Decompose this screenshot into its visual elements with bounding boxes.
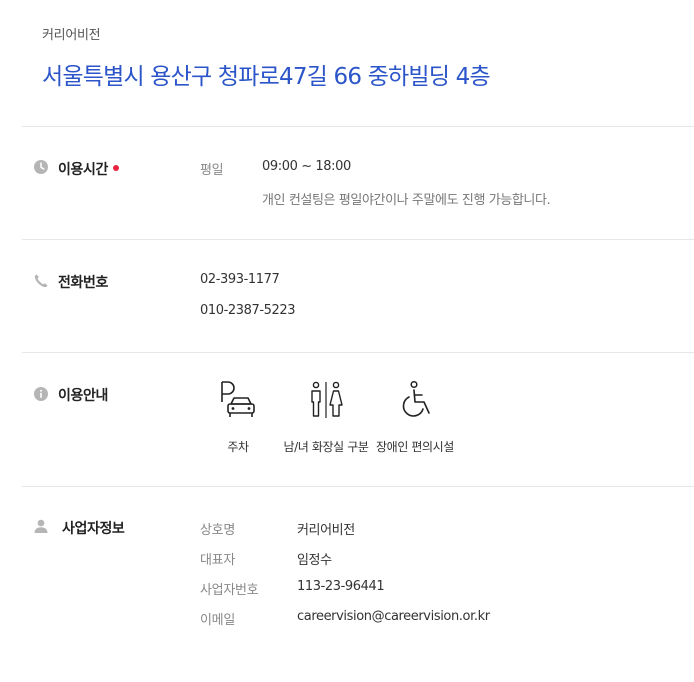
hours-title: 이용시간 (58, 159, 119, 179)
amenity-label: 남/녀 화장실 구분 (283, 440, 369, 454)
facilities-title: 이용안내 (58, 388, 108, 404)
business-number-label: 사업자번호 (200, 583, 259, 598)
weekday-label: 평일 (200, 163, 224, 178)
hours-note: 개인 컨설팅은 평일야간이나 주말에도 진행 가능합니다. (262, 193, 551, 208)
parking-icon (221, 381, 255, 417)
company-name-value: 커리어비전 (297, 523, 355, 538)
business-number-value: 113-23-96441 (297, 579, 385, 594)
wheelchair-icon (402, 380, 430, 417)
amenity-restroom: 남/녀 화장실 구분 (276, 380, 376, 455)
clock-icon (34, 160, 48, 174)
representative-label: 대표자 (200, 553, 235, 568)
hours-section: 이용시간 평일 09:00 ~ 18:00 개인 컨설팅은 평일야간이나 주말에… (0, 126, 694, 239)
amenity-wheelchair: 장애인 편의시설 (365, 380, 465, 455)
phone-title: 전화번호 (58, 275, 108, 291)
email-label: 이메일 (200, 613, 235, 628)
phone-icon (34, 274, 48, 288)
representative-value: 임정수 (297, 553, 332, 568)
weekday-hours: 09:00 ~ 18:00 (262, 159, 351, 174)
phone-number-1[interactable]: 02-393-1177 (200, 272, 280, 287)
phone-number-2[interactable]: 010-2387-5223 (200, 303, 296, 318)
place-header: 커리어비전 서울특별시 용산구 청파로47길 66 중하빌딩 4층 (42, 24, 694, 91)
restroom-icon (311, 381, 343, 418)
amenity-label: 장애인 편의시설 (376, 440, 454, 454)
info-icon (34, 387, 48, 401)
company-name-label: 상호명 (200, 523, 235, 538)
business-info-title: 사업자정보 (62, 521, 125, 537)
business-info-section: 사업자정보 상호명 커리어비전 대표자 임정수 사업자번호 113-23-964… (0, 486, 694, 682)
amenity-label: 주차 (227, 440, 249, 454)
email-value[interactable]: careervision@careervision.or.kr (297, 609, 490, 624)
required-dot (112, 165, 119, 171)
user-icon (34, 519, 48, 533)
business-name: 커리어비전 (42, 28, 101, 43)
amenity-parking: 주차 (208, 380, 268, 455)
phone-section: 전화번호 02-393-1177 010-2387-5223 (0, 239, 694, 352)
facilities-section: 이용안내 주차 남/녀 화장실 구분 장애인 편의시설 (0, 352, 694, 486)
address-title: 서울특별시 용산구 청파로47길 66 중하빌딩 4층 (42, 64, 491, 90)
